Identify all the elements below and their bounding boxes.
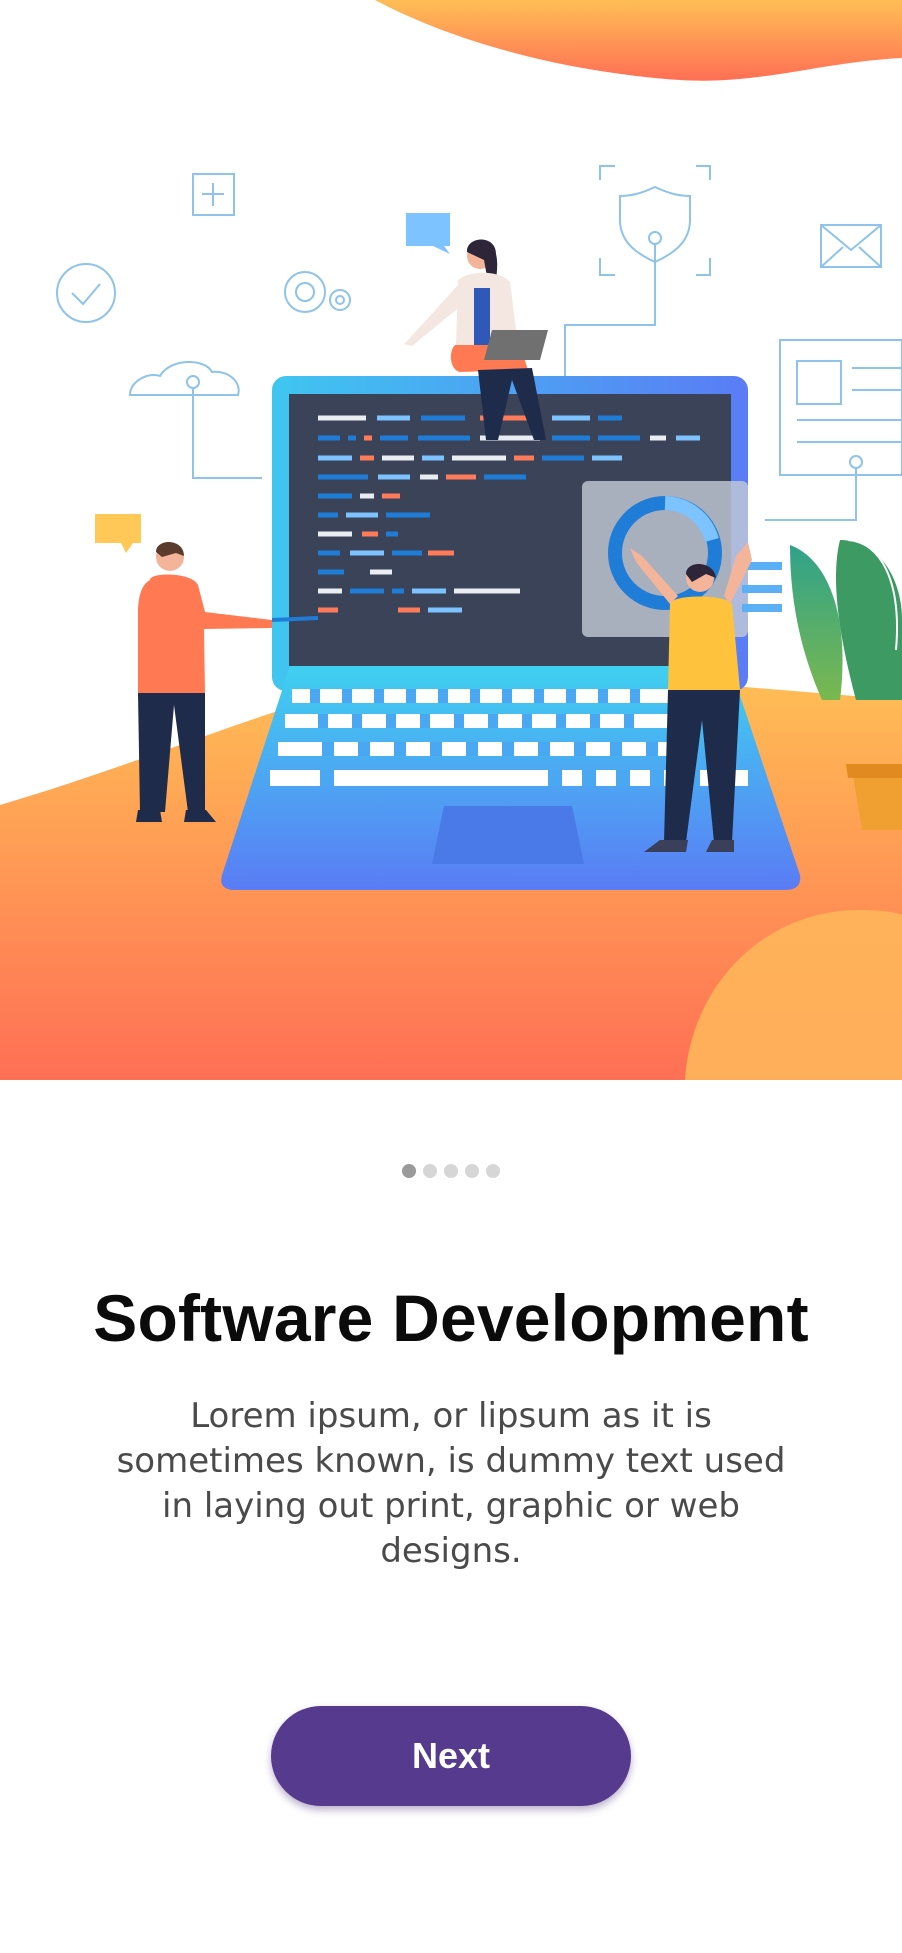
- page-description: Lorem ipsum, or lipsum as it is sometime…: [116, 1396, 786, 1571]
- page-title: Software Development: [93, 1281, 809, 1355]
- page-dot-1[interactable]: [402, 1164, 416, 1178]
- gear-icon: [284, 271, 351, 313]
- page-dot-4[interactable]: [465, 1164, 479, 1178]
- page-dot-3[interactable]: [444, 1164, 458, 1178]
- check-circle-icon: [56, 263, 116, 323]
- chat-bubble-icon: [406, 213, 450, 254]
- page-dot-2[interactable]: [423, 1164, 437, 1178]
- cloud-icon: [128, 360, 262, 479]
- next-button[interactable]: Next: [271, 1706, 631, 1806]
- top-blob: [375, 0, 902, 81]
- hero-illustration: [0, 0, 902, 1080]
- document-icon: [765, 339, 902, 521]
- shield-icon: [564, 165, 711, 405]
- page-indicator: [0, 1164, 902, 1178]
- page-dot-5[interactable]: [486, 1164, 500, 1178]
- envelope-icon: [820, 224, 882, 268]
- chat-bubble-icon-yellow: [95, 514, 141, 553]
- plus-icon: [192, 173, 235, 216]
- trackpad: [432, 806, 584, 864]
